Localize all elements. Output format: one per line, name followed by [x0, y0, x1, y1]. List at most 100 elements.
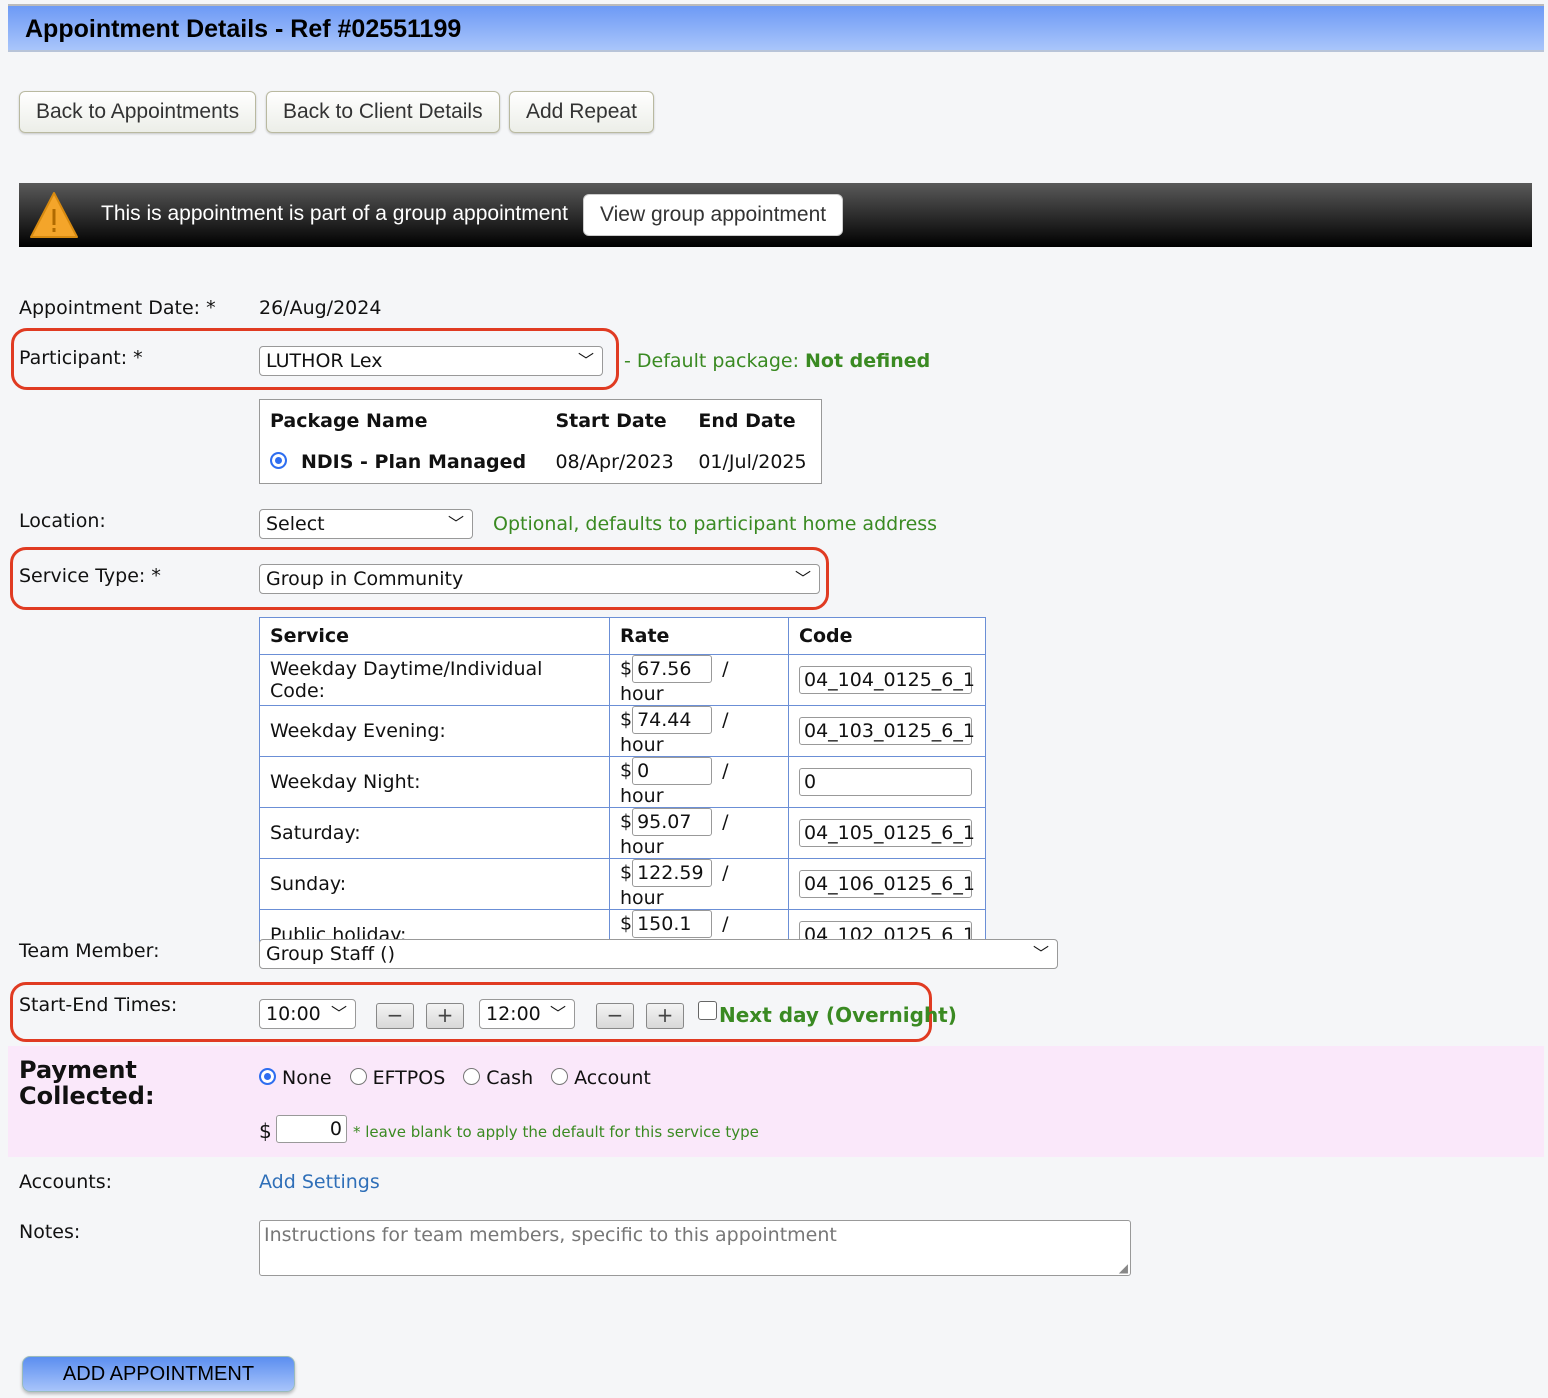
- start-time-value: 10:00: [266, 1003, 321, 1025]
- payment-currency: $: [259, 1119, 272, 1143]
- location-label: Location:: [19, 510, 106, 532]
- service-row: Weekday Night: $0 / hour 0: [259, 756, 986, 808]
- payment-options: None EFTPOS Cash Account: [259, 1067, 669, 1089]
- start-time-select[interactable]: 10:00 ﹀: [259, 999, 356, 1029]
- package-end: 01/Jul/2025: [698, 451, 807, 474]
- rate-input[interactable]: 0: [632, 757, 713, 785]
- code-input[interactable]: 0: [799, 768, 972, 796]
- payment-amount-input[interactable]: 0: [276, 1115, 347, 1143]
- end-time-select[interactable]: 12:00 ﹀: [479, 999, 575, 1029]
- service-header: Service: [259, 617, 610, 655]
- chevron-down-icon: ﹀: [577, 351, 594, 370]
- service-type-label: Service Type: *: [19, 565, 161, 587]
- rate-input[interactable]: 150.1: [632, 910, 713, 938]
- code-input[interactable]: 04_106_0125_6_1: [799, 870, 975, 898]
- payment-label: Payment Collected:: [19, 1056, 155, 1110]
- currency-symbol: $: [620, 759, 633, 782]
- alert-message: This is appointment is part of a group a…: [101, 202, 568, 225]
- chevron-down-icon: ﹀: [794, 569, 811, 588]
- code-cell: 0: [788, 756, 986, 808]
- currency-symbol: $: [620, 708, 633, 731]
- payment-option-account[interactable]: Account: [551, 1067, 651, 1089]
- code-input[interactable]: 04_105_0125_6_1: [799, 819, 975, 847]
- start-end-times-label: Start-End Times:: [19, 994, 178, 1016]
- start-plus-button[interactable]: +: [426, 1003, 464, 1029]
- payment-option-none[interactable]: None: [259, 1067, 332, 1089]
- overnight-label: Next day (Overnight): [719, 1003, 957, 1027]
- payment-option-cash[interactable]: Cash: [463, 1067, 533, 1089]
- payment-radio[interactable]: [349, 1068, 367, 1085]
- default-package-prefix: - Default package:: [624, 350, 799, 372]
- team-member-select[interactable]: Group Staff () ﹀: [259, 939, 1058, 969]
- back-to-client-details-button[interactable]: Back to Client Details: [266, 91, 500, 133]
- service-name: Sunday:: [259, 858, 610, 910]
- code-cell: 04_104_0125_6_1: [788, 654, 986, 706]
- rate-cell: $67.56 / hour: [609, 654, 789, 706]
- rate-input[interactable]: 67.56: [632, 655, 713, 683]
- service-name: Weekday Night:: [259, 756, 610, 808]
- code-input[interactable]: 04_103_0125_6_1: [799, 717, 975, 745]
- participant-select[interactable]: LUTHOR Lex ﹀: [259, 346, 603, 376]
- location-hint: Optional, defaults to participant home a…: [493, 513, 938, 535]
- service-type-value: Group in Community: [266, 568, 464, 590]
- service-row: Weekday Evening: $74.44 / hour 04_103_01…: [259, 705, 986, 757]
- payment-section: [8, 1046, 1544, 1157]
- rate-cell: $95.07 / hour: [609, 807, 789, 859]
- location-select[interactable]: Select ﹀: [259, 509, 473, 539]
- page-header: Appointment Details - Ref #02551199: [8, 4, 1544, 52]
- service-row: Weekday Daytime/Individual Code: $67.56 …: [259, 654, 986, 706]
- currency-symbol: $: [620, 657, 633, 680]
- appointment-date-label: Appointment Date: *: [19, 297, 216, 319]
- back-to-appointments-button[interactable]: Back to Appointments: [19, 91, 257, 133]
- notes-textarea[interactable]: Instructions for team members, specific …: [259, 1220, 1131, 1276]
- payment-option-label: Account: [574, 1067, 651, 1089]
- default-package-value: Not defined: [805, 350, 931, 372]
- package-table: Package Name Start Date End Date NDIS - Pl…: [259, 399, 822, 484]
- end-plus-button[interactable]: +: [646, 1003, 684, 1029]
- end-date-header: End Date: [698, 409, 796, 432]
- service-name: Weekday Evening:: [259, 705, 610, 757]
- service-rates-table: Service Rate Code Weekday Daytime/Individu…: [259, 617, 986, 961]
- chevron-down-icon: ﹀: [1032, 944, 1049, 963]
- group-appointment-alert: This is appointment is part of a group a…: [19, 183, 1532, 247]
- participant-label: Participant: *: [19, 347, 143, 369]
- chevron-down-icon: ﹀: [549, 1004, 566, 1023]
- service-row: Saturday: $95.07 / hour 04_105_0125_6_1: [259, 807, 986, 859]
- payment-radio[interactable]: [551, 1068, 569, 1085]
- service-type-select[interactable]: Group in Community ﹀: [259, 564, 820, 594]
- add-appointment-button[interactable]: ADD APPOINTMENT: [22, 1356, 295, 1392]
- rate-input[interactable]: 122.59: [632, 859, 713, 887]
- payment-option-label: EFTPOS: [372, 1067, 446, 1089]
- package-name-header: Package Name: [270, 409, 428, 432]
- currency-symbol: $: [620, 912, 633, 935]
- rate-header: Rate: [609, 617, 789, 655]
- rate-cell: $122.59 / hour: [609, 858, 789, 910]
- payment-radio[interactable]: [463, 1068, 481, 1085]
- notes-placeholder: Instructions for team members, specific …: [264, 1224, 837, 1246]
- view-group-appointment-button[interactable]: View group appointment: [583, 194, 844, 236]
- code-cell: 04_103_0125_6_1: [788, 705, 986, 757]
- package-row: NDIS - Plan Managed 08/Apr/2023 01/Jul/202…: [260, 442, 822, 484]
- notes-label: Notes:: [19, 1221, 81, 1243]
- overnight-checkbox[interactable]: [698, 1001, 717, 1020]
- chevron-down-icon: ﹀: [447, 514, 464, 533]
- team-member-value: Group Staff (): [266, 943, 395, 965]
- payment-hint: * leave blank to apply the default for t…: [353, 1123, 759, 1141]
- location-value: Select: [266, 513, 325, 535]
- code-cell: 04_106_0125_6_1: [788, 858, 986, 910]
- payment-option-eftpos[interactable]: EFTPOS: [349, 1067, 446, 1089]
- participant-value: LUTHOR Lex: [266, 350, 383, 372]
- payment-radio[interactable]: [259, 1068, 276, 1085]
- start-minus-button[interactable]: −: [376, 1003, 414, 1029]
- end-minus-button[interactable]: −: [596, 1003, 634, 1029]
- rate-input[interactable]: 74.44: [632, 706, 713, 734]
- package-radio[interactable]: [270, 452, 287, 470]
- rate-cell: $74.44 / hour: [609, 705, 789, 757]
- add-settings-link[interactable]: Add Settings: [259, 1171, 380, 1193]
- chevron-down-icon: ﹀: [330, 1004, 347, 1023]
- code-input[interactable]: 04_104_0125_6_1: [799, 666, 975, 694]
- resize-handle-icon[interactable]: ◢: [1119, 1261, 1128, 1275]
- rate-input[interactable]: 95.07: [632, 808, 713, 836]
- page-title: Appointment Details - Ref #02551199: [25, 15, 462, 43]
- add-repeat-button[interactable]: Add Repeat: [509, 91, 654, 133]
